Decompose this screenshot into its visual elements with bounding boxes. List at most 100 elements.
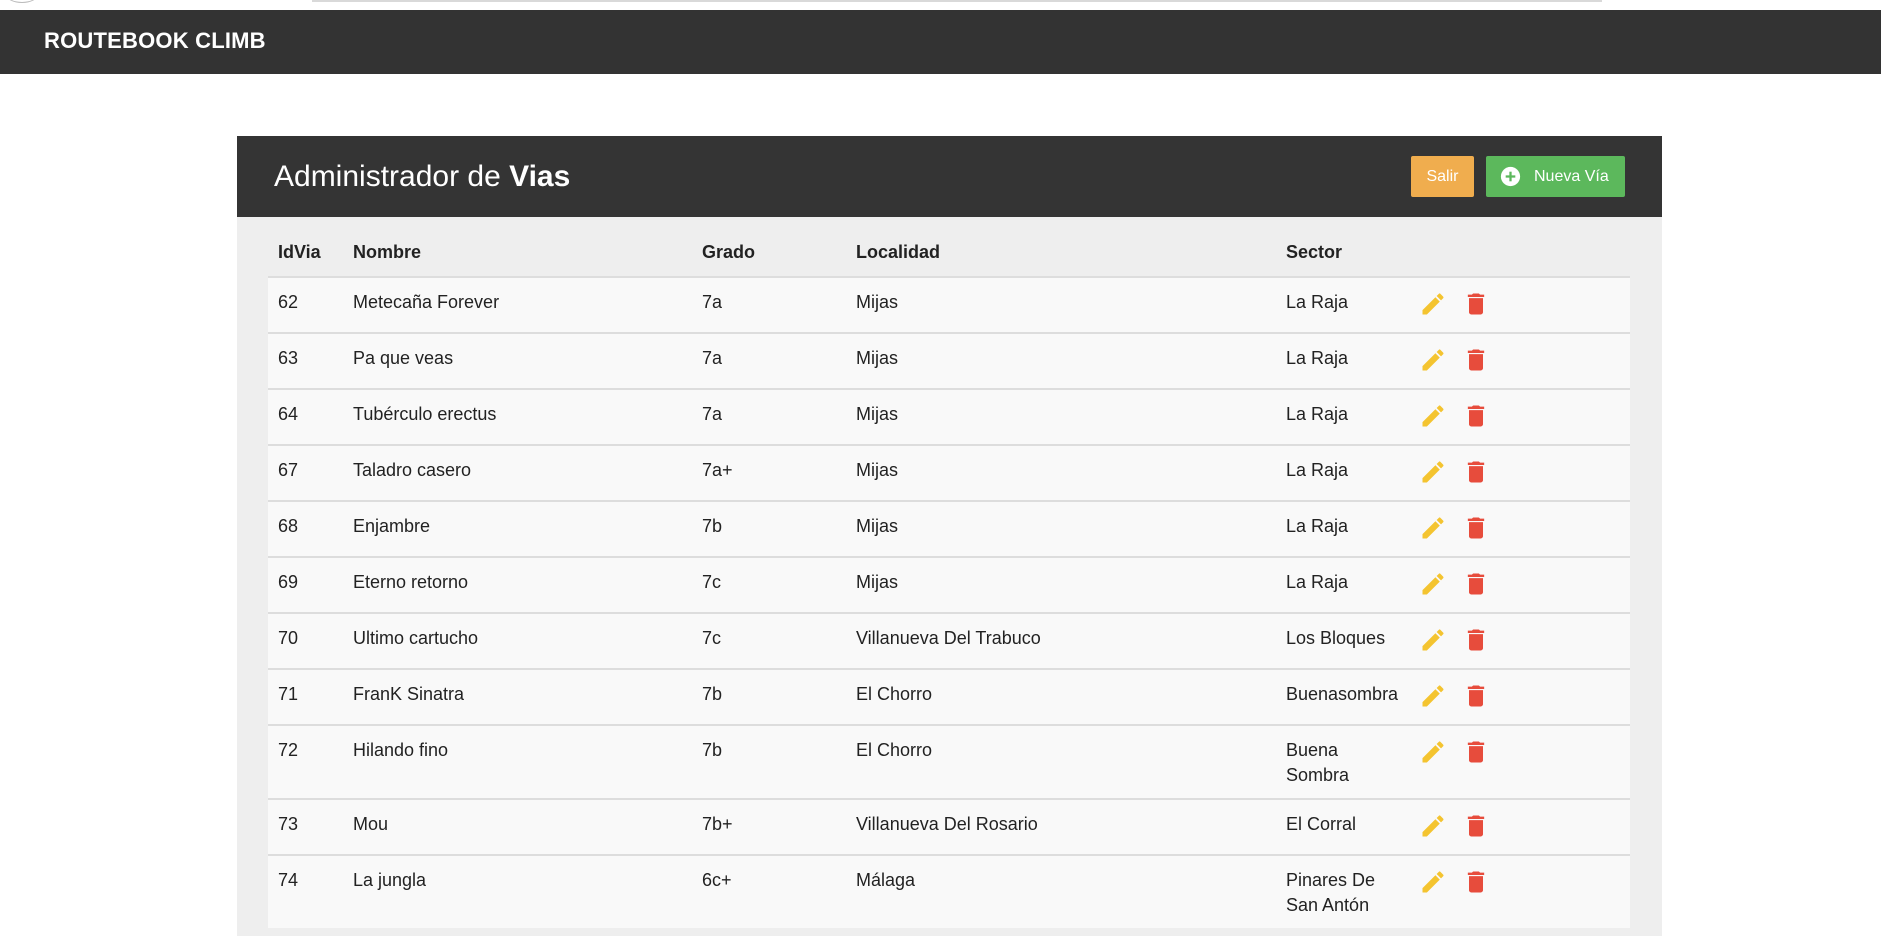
cell-sector: La Raja <box>1276 556 1409 613</box>
cell-nombre: Metecaña Forever <box>343 276 692 333</box>
header-localidad: Localidad <box>856 241 941 262</box>
table-row: 64 Tubérculo erectus 7a Mijas La Raja <box>268 388 1630 445</box>
cell-actions <box>1409 276 1630 333</box>
pencil-icon[interactable] <box>1419 290 1447 318</box>
cell-actions <box>1409 332 1630 389</box>
table-row: 63 Pa que veas 7a Mijas La Raja <box>268 332 1630 389</box>
cell-sector: Buenasombra <box>1276 668 1409 725</box>
table-row: 70 Ultimo cartucho 7c Villanueva Del Trabuc… <box>268 612 1630 669</box>
cell-grado: 7b <box>692 668 846 725</box>
cell-grado: 7c <box>692 612 846 669</box>
pencil-icon[interactable] <box>1419 346 1447 374</box>
cell-idvia: 69 <box>268 556 343 613</box>
pencil-icon[interactable] <box>1419 514 1447 542</box>
routes-panel: Administrador de Vias Salir Nueva Vía Id… <box>237 136 1662 936</box>
cell-grado: 7a <box>692 332 846 389</box>
cell-localidad: Málaga <box>846 854 1276 928</box>
trash-icon[interactable] <box>1462 738 1490 766</box>
table-row: 74 La jungla 6c+ Málaga Pinares De San Antón <box>268 854 1630 928</box>
brand-link[interactable]: ROUTEBOOK CLIMB <box>44 28 266 54</box>
browser-address-bar-edge <box>312 0 1602 2</box>
header-sector: Sector <box>1286 241 1343 262</box>
cell-actions <box>1409 556 1630 613</box>
cell-idvia: 64 <box>268 388 343 445</box>
cell-nombre: Hilando fino <box>343 724 692 799</box>
cell-nombre: FranK Sinatra <box>343 668 692 725</box>
cell-nombre: Eterno retorno <box>343 556 692 613</box>
pencil-icon[interactable] <box>1419 570 1447 598</box>
cell-nombre: La jungla <box>343 854 692 928</box>
table-row: 67 Taladro casero 7a+ Mijas La Raja <box>268 444 1630 501</box>
cell-idvia: 67 <box>268 444 343 501</box>
salir-button[interactable]: Salir <box>1411 156 1474 197</box>
table-row: 69 Eterno retorno 7c Mijas La Raja <box>268 556 1630 613</box>
cell-grado: 7c <box>692 556 846 613</box>
cell-localidad: Villanueva Del Rosario <box>846 798 1276 855</box>
routes-table: IdVia Nombre Grado Localidad Sector 62 Me… <box>268 228 1630 928</box>
cell-nombre: Mou <box>343 798 692 855</box>
header-actions <box>1409 228 1630 277</box>
cell-nombre: Pa que veas <box>343 332 692 389</box>
cell-idvia: 63 <box>268 332 343 389</box>
cell-idvia: 73 <box>268 798 343 855</box>
cell-actions <box>1409 612 1630 669</box>
pencil-icon[interactable] <box>1419 738 1447 766</box>
pencil-icon[interactable] <box>1419 458 1447 486</box>
trash-icon[interactable] <box>1462 868 1490 896</box>
cell-grado: 6c+ <box>692 854 846 928</box>
cell-sector: La Raja <box>1276 388 1409 445</box>
pencil-icon[interactable] <box>1419 402 1447 430</box>
cell-actions <box>1409 444 1630 501</box>
trash-icon[interactable] <box>1462 626 1490 654</box>
pencil-icon[interactable] <box>1419 868 1447 896</box>
cell-grado: 7a+ <box>692 444 846 501</box>
cell-sector: Los Bloques <box>1276 612 1409 669</box>
cell-idvia: 68 <box>268 500 343 557</box>
cell-actions <box>1409 724 1630 799</box>
cell-grado: 7b <box>692 724 846 799</box>
header-idvia: IdVia <box>278 241 321 262</box>
trash-icon[interactable] <box>1462 402 1490 430</box>
trash-icon[interactable] <box>1462 570 1490 598</box>
pencil-icon[interactable] <box>1419 626 1447 654</box>
cell-localidad: Mijas <box>846 276 1276 333</box>
cell-localidad: Mijas <box>846 388 1276 445</box>
browser-button <box>6 0 38 3</box>
header-nombre: Nombre <box>353 241 422 262</box>
cell-actions <box>1409 500 1630 557</box>
cell-sector: El Corral <box>1276 798 1409 855</box>
cell-idvia: 70 <box>268 612 343 669</box>
cell-nombre: Ultimo cartucho <box>343 612 692 669</box>
cell-sector: La Raja <box>1276 276 1409 333</box>
table-row: 73 Mou 7b+ Villanueva Del Rosario El Corral <box>268 798 1630 855</box>
pencil-icon[interactable] <box>1419 812 1447 840</box>
nueva-via-label: Nueva Vía <box>1534 168 1609 185</box>
cell-nombre: Enjambre <box>343 500 692 557</box>
cell-actions <box>1409 854 1630 928</box>
cell-nombre: Taladro casero <box>343 444 692 501</box>
navbar: ROUTEBOOK CLIMB <box>0 10 1881 74</box>
cell-actions <box>1409 798 1630 855</box>
trash-icon[interactable] <box>1462 682 1490 710</box>
trash-icon[interactable] <box>1462 458 1490 486</box>
cell-grado: 7b <box>692 500 846 557</box>
trash-icon[interactable] <box>1462 346 1490 374</box>
page-title: Administrador de Vias <box>274 160 570 194</box>
page-title-prefix: Administrador de <box>274 160 501 193</box>
table-row: 68 Enjambre 7b Mijas La Raja <box>268 500 1630 557</box>
trash-icon[interactable] <box>1462 514 1490 542</box>
cell-idvia: 74 <box>268 854 343 928</box>
cell-sector: La Raja <box>1276 332 1409 389</box>
trash-icon[interactable] <box>1462 290 1490 318</box>
panel-header: Administrador de Vias Salir Nueva Vía <box>237 136 1662 217</box>
nueva-via-button[interactable]: Nueva Vía <box>1486 156 1625 197</box>
cell-localidad: Mijas <box>846 332 1276 389</box>
cell-localidad: Mijas <box>846 444 1276 501</box>
pencil-icon[interactable] <box>1419 682 1447 710</box>
cell-sector: La Raja <box>1276 444 1409 501</box>
table-header-row: IdVia Nombre Grado Localidad Sector <box>268 228 1630 277</box>
cell-idvia: 72 <box>268 724 343 799</box>
trash-icon[interactable] <box>1462 812 1490 840</box>
cell-actions <box>1409 668 1630 725</box>
plus-circle-icon <box>1500 166 1521 187</box>
